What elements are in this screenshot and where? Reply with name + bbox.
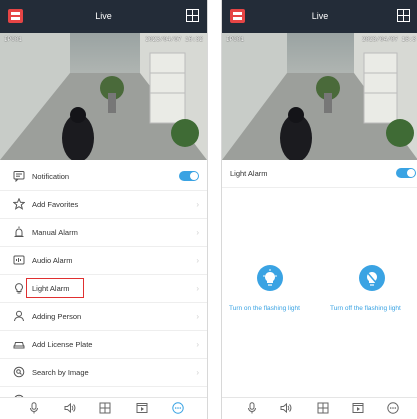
audio-alarm-icon	[13, 255, 25, 265]
more-icon[interactable]	[387, 402, 399, 414]
bottom-toolbar	[0, 397, 207, 419]
live-video-view[interactable]: IPC01 2023/04/07 16:3	[222, 33, 417, 160]
light-alarm-header: Light Alarm	[222, 160, 417, 188]
video-timestamp: 2023/04/07 16:32	[145, 36, 203, 43]
playback-icon[interactable]	[352, 402, 364, 414]
light-off-icon	[365, 270, 379, 286]
grid-layout-icon[interactable]	[186, 9, 199, 22]
top-bar: Live	[222, 0, 417, 33]
grid-layout-icon[interactable]	[397, 9, 410, 22]
car-icon	[13, 342, 25, 349]
camera-scene	[222, 33, 417, 160]
live-video-view[interactable]: IPC01 2023/04/07 16:32	[0, 33, 207, 160]
notification-toggle[interactable]	[179, 171, 199, 181]
alarm-siren-icon	[14, 226, 24, 237]
light-alarm-label: Light Alarm	[230, 169, 268, 178]
message-icon	[13, 171, 25, 182]
menu-item-label: Manual Alarm	[32, 228, 78, 237]
split-screen-icon[interactable]	[317, 402, 329, 414]
flash-on-button[interactable]	[257, 265, 283, 291]
light-alarm-toggle[interactable]	[396, 168, 416, 178]
light-bulb-icon	[15, 283, 23, 294]
menu-item-adding-person[interactable]: Adding Person ›	[0, 303, 207, 331]
menu-item-label: Adding Person	[32, 312, 82, 321]
split-screen-icon[interactable]	[99, 402, 111, 414]
menu-item-notification: Notification	[0, 163, 207, 191]
camera-label: IPC01	[226, 36, 245, 43]
top-bar: Live	[0, 0, 207, 33]
chevron-right-icon: ›	[196, 368, 199, 377]
menu-item-label: Audio Alarm	[32, 256, 73, 265]
image-search-icon	[13, 366, 25, 378]
camera-scene	[0, 33, 207, 160]
chevron-right-icon: ›	[196, 340, 199, 349]
microphone-icon[interactable]	[28, 402, 40, 414]
page-title: Live	[311, 11, 329, 21]
chevron-right-icon: ›	[196, 284, 199, 293]
person-icon	[14, 310, 24, 322]
flash-off-button[interactable]	[359, 265, 385, 291]
speaker-icon[interactable]	[280, 402, 292, 414]
bottom-toolbar	[222, 397, 417, 419]
menu-item-label: Add Favorites	[32, 200, 79, 209]
menu-item-add-license-plate[interactable]: Add License Plate ›	[0, 331, 207, 359]
menu-item-label: Light Alarm	[32, 284, 70, 293]
page-title: Live	[95, 11, 112, 21]
star-icon	[13, 198, 25, 210]
chevron-right-icon: ›	[196, 256, 199, 265]
menu-item-label: Add License Plate	[32, 340, 93, 349]
light-alarm-screen: Live IPC01 2023/04/07 16:3 Light Alarm T…	[221, 0, 417, 419]
chevron-right-icon: ›	[196, 228, 199, 237]
menu-item-audio-alarm[interactable]: Audio Alarm ›	[0, 247, 207, 275]
menu-item-manual-alarm[interactable]: Manual Alarm ›	[0, 219, 207, 247]
video-timestamp: 2023/04/07 16:3	[361, 36, 416, 43]
light-on-icon	[263, 269, 277, 286]
flash-on-label[interactable]: Turn on the flashing light	[229, 305, 300, 312]
speaker-icon[interactable]	[64, 402, 76, 414]
live-screen-menu: Live IPC01 2023/04/07 16:32 Notification…	[0, 0, 208, 419]
menu-item-search-by-image[interactable]: Search by Image ›	[0, 359, 207, 387]
menu-item-light-alarm[interactable]: Light Alarm ›	[0, 275, 207, 303]
flash-off-label[interactable]: Turn off the flashing light	[330, 305, 401, 312]
menu-item-label: Search by Image	[32, 368, 89, 377]
more-icon[interactable]	[172, 402, 184, 414]
camera-label: IPC01	[4, 36, 23, 43]
chevron-right-icon: ›	[196, 312, 199, 321]
live-menu-list: Notification Add Favorites › Manual Alar…	[0, 163, 207, 415]
chevron-right-icon: ›	[196, 200, 199, 209]
playback-icon[interactable]	[136, 402, 148, 414]
microphone-icon[interactable]	[246, 402, 258, 414]
menu-item-add-favorites[interactable]: Add Favorites ›	[0, 191, 207, 219]
menu-item-label: Notification	[32, 172, 70, 181]
